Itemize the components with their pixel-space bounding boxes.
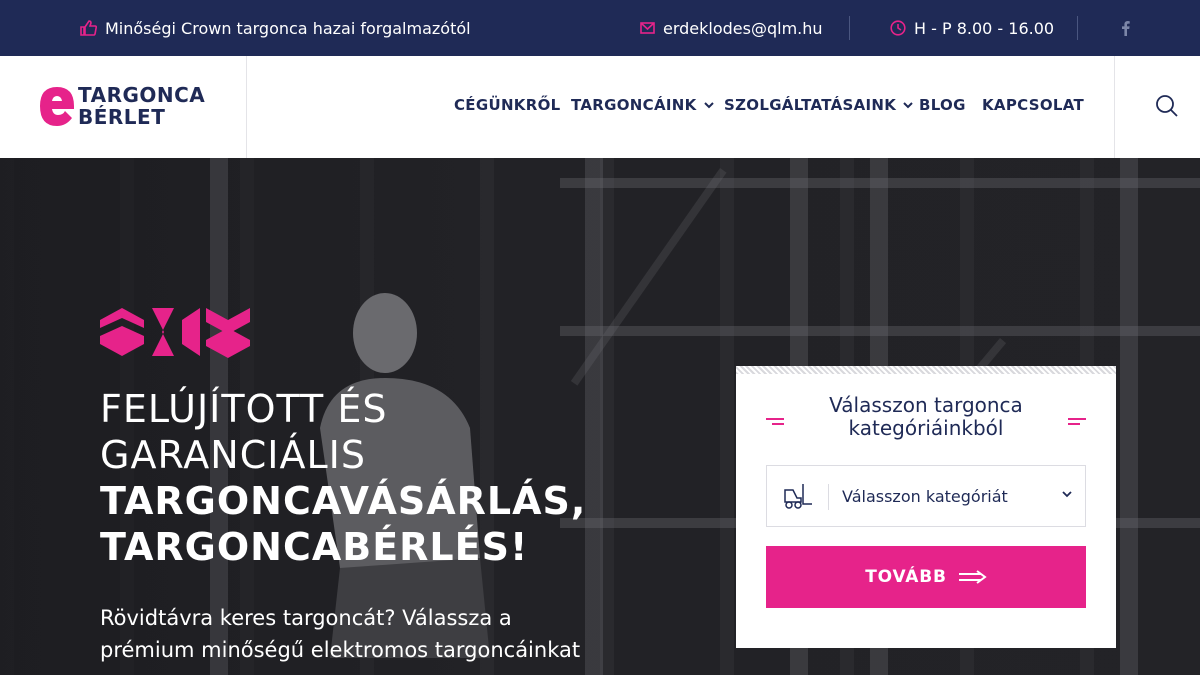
email-link[interactable]: erdeklodes@qlm.hu bbox=[640, 0, 823, 56]
email-text[interactable]: erdeklodes@qlm.hu bbox=[663, 19, 823, 38]
promo-text-item: Minőségi Crown targonca hazai forgalmazó… bbox=[80, 0, 471, 56]
nav-label: KAPCSOLAT bbox=[982, 96, 1085, 114]
logo-line-2: BÉRLET bbox=[78, 105, 166, 129]
hours-text: H - P 8.00 - 16.00 bbox=[914, 18, 1055, 38]
nav-item-blog[interactable]: BLOG bbox=[919, 96, 966, 114]
nav-label: SZOLGÁLTATÁSAINK bbox=[724, 96, 897, 114]
next-button[interactable]: TOVÁBB bbox=[766, 546, 1086, 608]
search-button[interactable] bbox=[1114, 56, 1200, 158]
select-value: Válasszon kategóriát bbox=[842, 486, 1008, 506]
facebook-icon[interactable] bbox=[1121, 20, 1130, 36]
nav-label: CÉGÜNKRŐL bbox=[454, 96, 561, 114]
logo-link[interactable]: TARGONCA BÉRLET bbox=[0, 56, 247, 158]
hero-paragraph: Rövidtávra keres targoncát? Válassza a p… bbox=[100, 606, 581, 662]
hero-heading-line-4: TARGONCABÉRLÉS! bbox=[100, 525, 529, 569]
nav-label: BLOG bbox=[919, 96, 966, 114]
opening-hours: H - P 8.00 - 16.00 bbox=[890, 0, 1054, 56]
clock-icon bbox=[890, 20, 906, 36]
hero-heading-line-3: TARGONCAVÁSÁRLÁS, bbox=[100, 479, 587, 523]
mail-icon bbox=[640, 22, 655, 34]
brand-mark-icon bbox=[100, 308, 250, 358]
bg-rack-post bbox=[585, 158, 603, 675]
logo-text: TARGONCA BÉRLET bbox=[78, 84, 205, 128]
next-button-label: TOVÁBB bbox=[865, 567, 947, 587]
site-header: TARGONCA BÉRLET CÉGÜNKRŐL TARGONCÁINK SZ… bbox=[0, 56, 1200, 158]
card-top-pattern bbox=[736, 366, 1116, 374]
title-dash-left-icon bbox=[766, 418, 784, 425]
thumbs-up-icon bbox=[80, 20, 97, 36]
arrow-right-icon bbox=[958, 570, 987, 584]
nav-item-szolgaltatasaink[interactable]: SZOLGÁLTATÁSAINK bbox=[724, 96, 913, 114]
promo-text: Minőségi Crown targonca hazai forgalmazó… bbox=[105, 18, 471, 38]
nav-label: TARGONCÁINK bbox=[571, 96, 697, 114]
card-title: Válasszon targonca kategóriáinkból bbox=[829, 393, 1023, 440]
logo-e-mark bbox=[40, 87, 74, 126]
chevron-down-icon bbox=[903, 101, 913, 108]
nav-item-targoncaink[interactable]: TARGONCÁINK bbox=[571, 96, 714, 114]
hero-heading-line-1: FELÚJÍTOTT ÉS bbox=[100, 387, 388, 431]
title-dash-right-icon bbox=[1068, 418, 1086, 425]
nav-item-cegunkrol[interactable]: CÉGÜNKRŐL bbox=[454, 96, 560, 114]
hero-heading-line-2: GARANCIÁLIS bbox=[100, 433, 366, 477]
logo-line-1: TARGONCA bbox=[78, 83, 206, 107]
topbar-divider bbox=[1077, 16, 1078, 40]
category-select[interactable]: Válasszon kategóriát bbox=[766, 465, 1086, 527]
nav-item-kapcsolat[interactable]: KAPCSOLAT bbox=[982, 96, 1084, 114]
top-bar: Minőségi Crown targonca hazai forgalmazó… bbox=[0, 0, 1200, 56]
bg-rack-post bbox=[1120, 158, 1138, 675]
search-icon[interactable] bbox=[1155, 94, 1179, 118]
chevron-down-icon bbox=[703, 101, 714, 108]
forklift-icon bbox=[784, 484, 812, 509]
bg-rack-beam bbox=[560, 326, 1200, 336]
select-divider bbox=[828, 484, 829, 510]
category-selector-card: Válasszon targonca kategóriáinkból Válas… bbox=[736, 366, 1116, 648]
chevron-down-icon bbox=[1062, 491, 1072, 498]
bg-rack-beam bbox=[560, 178, 1200, 188]
topbar-divider bbox=[849, 16, 850, 40]
facebook-link[interactable] bbox=[1121, 0, 1138, 56]
